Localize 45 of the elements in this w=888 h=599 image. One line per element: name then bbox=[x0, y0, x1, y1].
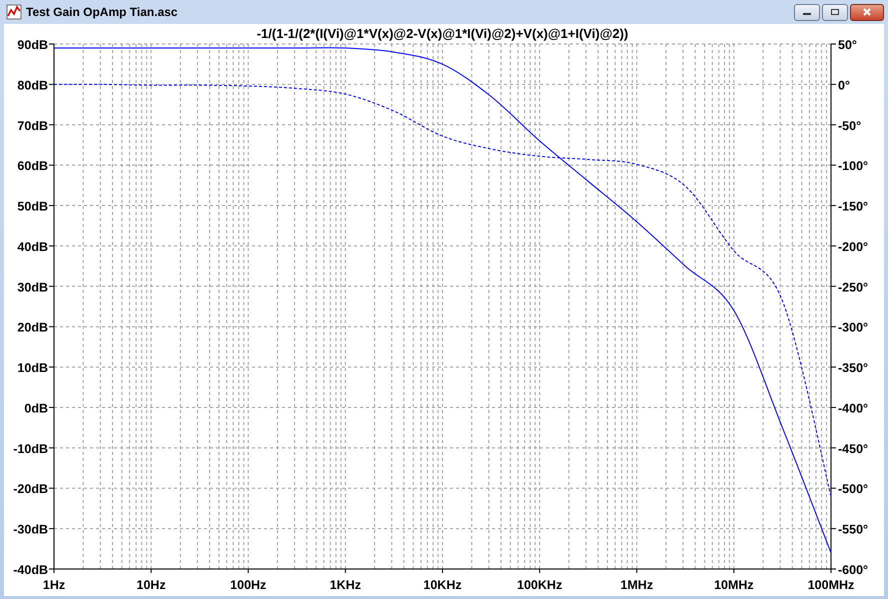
tick-label: -400° bbox=[838, 401, 868, 416]
tick-label: 90dB bbox=[17, 38, 48, 52]
tick-label: 30dB bbox=[17, 280, 48, 294]
waveform-icon bbox=[6, 4, 22, 20]
tick-label: -550° bbox=[838, 522, 868, 537]
close-icon bbox=[862, 8, 872, 16]
tick-label: 80dB bbox=[17, 78, 48, 92]
tick-label: -20dB bbox=[13, 482, 48, 496]
tick-label: 10MHz bbox=[714, 578, 754, 592]
tick-label: -250° bbox=[838, 280, 868, 294]
tick-label: 100KHz bbox=[517, 578, 562, 592]
close-button[interactable] bbox=[850, 4, 884, 20]
tick-label: 0° bbox=[838, 78, 850, 92]
tick-label: -30dB bbox=[13, 522, 48, 537]
tick-label: 1Hz bbox=[42, 578, 66, 592]
tick-label: -350° bbox=[838, 361, 868, 376]
tick-label: 20dB bbox=[17, 320, 48, 335]
tick-label: -50° bbox=[838, 118, 862, 133]
tick-label: 10KHz bbox=[423, 578, 462, 592]
tick-label: -10dB bbox=[13, 442, 48, 456]
tick-label: -150° bbox=[838, 200, 868, 214]
tick-label: 70dB bbox=[17, 118, 48, 133]
tick-label: -100° bbox=[838, 159, 868, 174]
tick-label: 1KHz bbox=[330, 578, 361, 592]
minimize-button[interactable] bbox=[794, 4, 820, 20]
restore-icon bbox=[830, 8, 840, 16]
tick-label: 100MHz bbox=[808, 578, 854, 592]
tick-label: 10dB bbox=[17, 361, 48, 376]
tick-label: 1MHz bbox=[620, 578, 654, 592]
window-title: Test Gain OpAmp Tian.asc bbox=[26, 5, 178, 19]
tick-label: 50° bbox=[838, 38, 857, 52]
tick-label: 10Hz bbox=[136, 578, 166, 592]
tick-label: 60dB bbox=[17, 159, 48, 174]
tick-label: 100Hz bbox=[230, 578, 266, 592]
chart-title: -1/(1-1/(2*(I(Vi)@1*V(x)@2-V(x)@1*I(Vi)@2)+V(x)@1+I(Vi)@2)) bbox=[256, 26, 628, 41]
tick-label: 40dB bbox=[17, 240, 48, 254]
tick-label: 0dB bbox=[24, 401, 48, 416]
tick-label: -300° bbox=[838, 320, 868, 335]
tick-label: -40dB bbox=[13, 563, 48, 577]
tick-label: -600° bbox=[838, 563, 868, 577]
tick-label: 50dB bbox=[17, 200, 48, 214]
maximize-button[interactable] bbox=[822, 4, 848, 20]
tick-label: -500° bbox=[838, 482, 868, 496]
tick-label: -450° bbox=[838, 442, 868, 456]
tick-label: -200° bbox=[838, 240, 868, 254]
